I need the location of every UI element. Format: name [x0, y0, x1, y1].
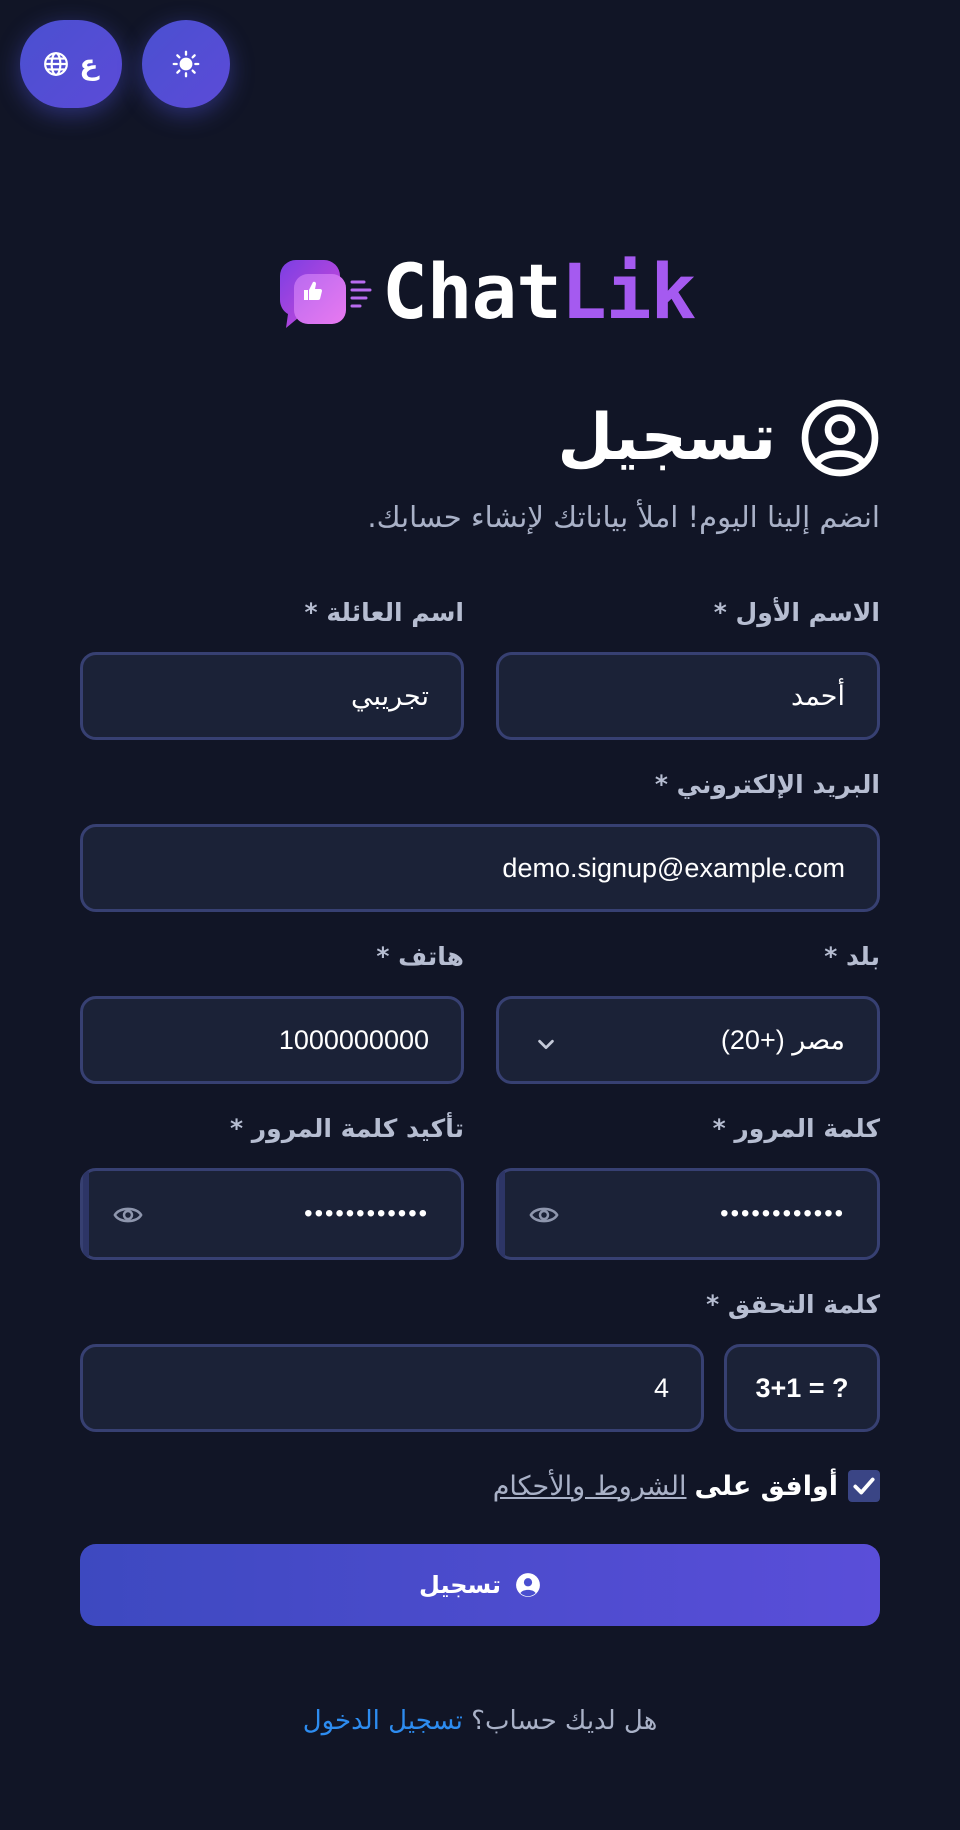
chat-bubble-logo-icon	[278, 252, 374, 332]
language-toggle-button[interactable]: ع	[20, 20, 122, 108]
brand-logo: ChatLik	[278, 252, 696, 332]
phone-label: هاتف *	[376, 942, 464, 971]
country-select[interactable]: مصر (+20)	[496, 996, 880, 1084]
email-input[interactable]: demo.signup@example.com	[80, 824, 880, 912]
captcha-question: 3+1 = ?	[724, 1344, 880, 1432]
password-value: ••••••••••••	[720, 1200, 845, 1227]
email-label: البريد الإلكتروني *	[654, 770, 880, 799]
captcha-input[interactable]: 4	[80, 1344, 704, 1432]
brand-name-part1: Chat	[382, 247, 562, 336]
sun-icon	[172, 50, 200, 78]
brand-name-part2: Lik	[561, 247, 696, 336]
page-title: تسجيل	[557, 401, 776, 475]
terms-link[interactable]: الشروط والأحكام	[493, 1471, 687, 1502]
checkmark-icon	[853, 1477, 875, 1495]
email-value: demo.signup@example.com	[502, 852, 845, 883]
password-input[interactable]: ••••••••••••	[496, 1168, 880, 1260]
login-question: هل لديك حساب؟	[471, 1706, 658, 1736]
confirm-password-label: تأكيد كلمة المرور *	[229, 1114, 464, 1143]
page-header: تسجيل	[557, 398, 880, 478]
brand-name: ChatLik	[382, 254, 696, 330]
confirm-password-value: ••••••••••••	[304, 1200, 429, 1227]
login-link[interactable]: تسجيل الدخول	[303, 1706, 463, 1736]
country-value: مصر (+20)	[720, 1024, 845, 1055]
login-prompt: هل لديك حساب؟ تسجيل الدخول	[0, 1706, 960, 1736]
captcha-value: 4	[653, 1372, 669, 1403]
confirm-password-input[interactable]: ••••••••••••	[80, 1168, 464, 1260]
language-label: ع	[79, 47, 99, 81]
register-button[interactable]: تسجيل	[80, 1544, 880, 1626]
eye-icon[interactable]	[111, 1200, 145, 1237]
user-circle-icon	[515, 1572, 541, 1598]
last-name-label: اسم العائلة *	[304, 598, 464, 627]
terms-checkbox[interactable]	[848, 1470, 880, 1502]
globe-icon	[43, 51, 69, 77]
eye-icon[interactable]	[527, 1200, 561, 1237]
user-circle-icon	[800, 398, 880, 478]
last-name-input[interactable]: تجريبي	[80, 652, 464, 740]
terms-prefix: أوافق على	[694, 1470, 839, 1502]
country-label: بلد *	[824, 942, 880, 971]
chevron-down-icon	[535, 1031, 557, 1062]
last-name-value: تجريبي	[350, 680, 429, 711]
phone-input[interactable]: 1000000000	[80, 996, 464, 1084]
page-subtitle: انضم إلينا اليوم! املأ بياناتك لإنشاء حس…	[367, 500, 880, 534]
captcha-label: كلمة التحقق *	[706, 1290, 880, 1319]
register-button-label: تسجيل	[419, 1571, 501, 1599]
phone-value: 1000000000	[278, 1024, 429, 1055]
terms-row: أوافق على الشروط والأحكام	[493, 1470, 880, 1502]
first-name-value: أحمد	[791, 680, 845, 711]
first-name-label: الاسم الأول *	[713, 598, 880, 627]
first-name-input[interactable]: أحمد	[496, 652, 880, 740]
password-label: كلمة المرور *	[712, 1114, 880, 1143]
theme-toggle-button[interactable]	[142, 20, 230, 108]
